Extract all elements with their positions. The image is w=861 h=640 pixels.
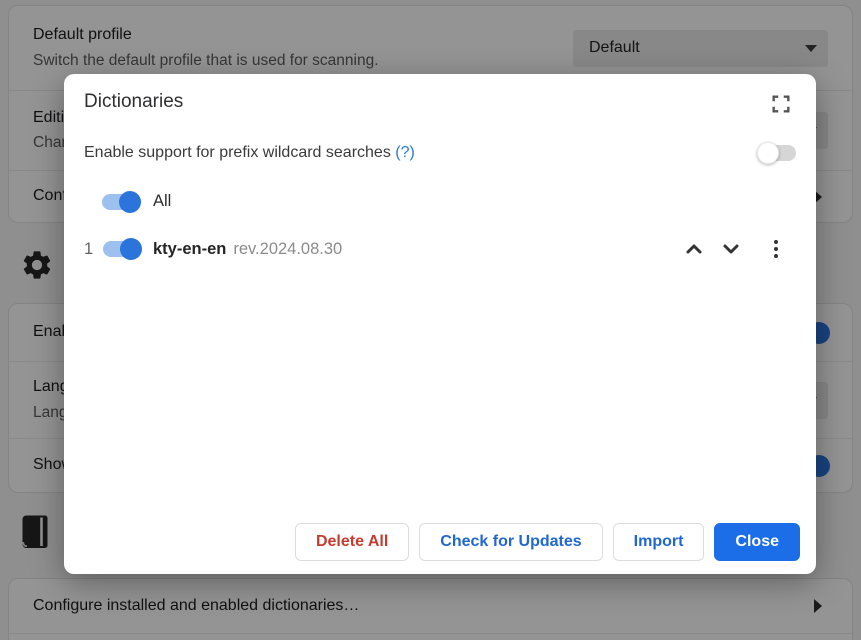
all-dictionaries-toggle[interactable]: [102, 194, 139, 210]
all-dictionaries-label: All: [153, 192, 171, 211]
dictionaries-modal: Dictionaries Enable support for prefix w…: [64, 74, 816, 574]
toggle-knob: [120, 238, 142, 260]
wildcard-search-text: Enable support for prefix wildcard searc…: [84, 144, 391, 161]
check-for-updates-button[interactable]: Check for Updates: [419, 523, 602, 561]
dictionary-revision: rev.2024.08.30: [233, 240, 342, 259]
modal-footer: Delete All Check for Updates Import Clos…: [295, 523, 800, 561]
modal-header: Dictionaries: [64, 74, 816, 117]
wildcard-help-link[interactable]: (?): [395, 144, 415, 161]
chevron-up-icon[interactable]: [680, 235, 708, 263]
dictionary-toggle[interactable]: [103, 241, 140, 257]
chevron-down-icon[interactable]: [717, 235, 745, 263]
import-button[interactable]: Import: [613, 523, 705, 561]
dictionary-name: kty-en-en: [153, 240, 226, 259]
wildcard-search-toggle[interactable]: [759, 145, 796, 161]
fullscreen-icon[interactable]: [768, 91, 794, 117]
dictionary-actions: [680, 235, 786, 263]
all-dictionaries-row: All: [102, 192, 816, 211]
dictionary-index: 1: [84, 240, 97, 259]
toggle-knob: [757, 142, 779, 164]
close-button[interactable]: Close: [714, 523, 800, 561]
modal-title: Dictionaries: [84, 91, 183, 113]
kebab-menu-icon[interactable]: [766, 237, 786, 261]
toggle-knob: [119, 191, 141, 213]
delete-all-button[interactable]: Delete All: [295, 523, 409, 561]
settings-page: Default profile Switch the default profi…: [0, 0, 861, 640]
wildcard-search-row: Enable support for prefix wildcard searc…: [84, 144, 796, 162]
wildcard-search-label: Enable support for prefix wildcard searc…: [84, 144, 415, 162]
dictionary-row: 1 kty-en-en rev.2024.08.30: [84, 235, 786, 263]
